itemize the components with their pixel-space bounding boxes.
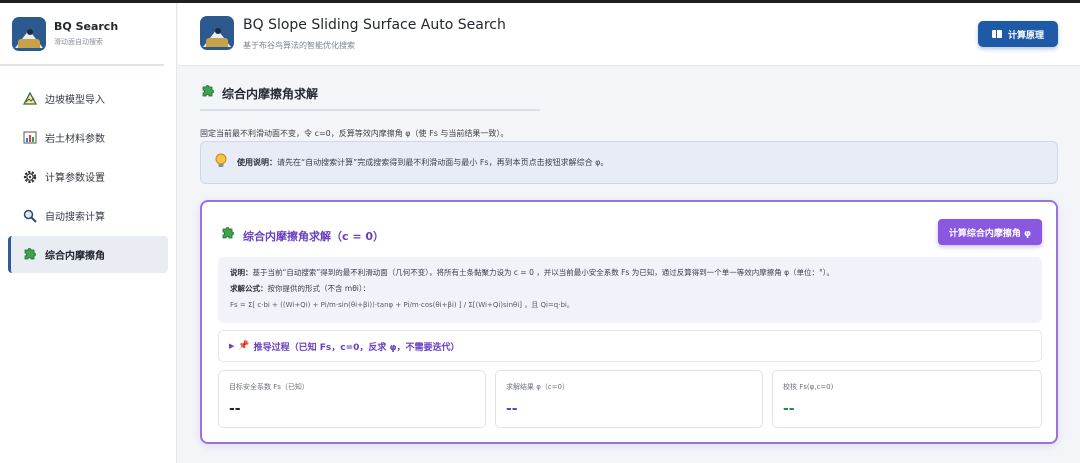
metric-phi-result: 求解结果 φ（c=0） -- (495, 370, 763, 428)
brand-subtitle: 滑动面自动搜索 (54, 38, 103, 46)
page-title: 综合内摩擦角求解 (200, 84, 318, 103)
usage-tip: 使用说明： 请先在“自动搜索计算”完成搜索得到最不利滑动面与最小 Fs，再到本页… (200, 141, 1058, 184)
sidebar-item-label: 综合内摩擦角 (45, 251, 105, 262)
pushpin-icon: 📌 (238, 341, 250, 351)
explanation-box: 说明：基于当前“自动搜索”得到的最不利滑动面（几何不变），将所有土条黏聚力设为 … (218, 257, 1042, 323)
page-title-text: 综合内摩擦角求解 (222, 87, 319, 101)
main-content: 综合内摩擦角求解 固定当前最不利滑动面不变，令 c=0，反算等效内摩擦角 φ（使… (178, 67, 1080, 463)
tip-label: 使用说明： (237, 158, 277, 167)
sidebar-item-friction-angle[interactable]: 综合内摩擦角 (8, 236, 168, 273)
search-icon (21, 207, 38, 224)
triangle-right-icon: ▶ (229, 342, 235, 350)
metric-value: -- (229, 401, 241, 417)
metric-label: 校核 Fs(φ,c=0) (783, 383, 834, 391)
sidebar-item-calc-settings[interactable]: 计算参数设置 (8, 158, 168, 195)
puzzle-icon (21, 246, 38, 263)
tip-text: 请先在“自动搜索计算”完成搜索得到最不利滑动面与最小 Fs，再到本页点击按钮求解… (277, 158, 609, 167)
sidebar: BQ Search 滑动面自动搜索 边坡模型导入 岩土材料参数 计算参数设置 自… (0, 3, 177, 463)
metric-target-fs: 目标安全系数 Fs（已知） -- (218, 370, 486, 428)
metric-check-fs: 校核 Fs(φ,c=0) -- (772, 370, 1042, 428)
info-label: 说明： (230, 268, 253, 277)
puzzle-icon (200, 84, 215, 103)
card-title-text: 综合内摩擦角求解（c = 0） (243, 229, 385, 243)
sidebar-item-label: 岩土材料参数 (45, 134, 105, 145)
app-header: BQ Slope Sliding Surface Auto Search 基于布… (178, 3, 1080, 66)
sidebar-item-label: 边坡模型导入 (45, 95, 105, 106)
page-description: 固定当前最不利滑动面不变，令 c=0，反算等效内摩擦角 φ（使 Fs 与当前结果… (200, 129, 509, 138)
header-logo (200, 16, 234, 50)
sidebar-item-auto-search[interactable]: 自动搜索计算 (8, 197, 168, 234)
derivation-toggle[interactable]: ▶ 📌 推导过程（已知 Fs，c=0，反求 φ，不需要迭代） (218, 330, 1042, 362)
formula-note: 按你提供的形式（不含 mθi）： (267, 284, 371, 293)
calculation-principle-label: 计算原理 (1007, 30, 1044, 41)
sidebar-item-material-params[interactable]: 岩土材料参数 (8, 119, 168, 156)
derivation-label: 推导过程（已知 Fs，c=0，反求 φ，不需要迭代） (253, 342, 460, 353)
metric-label: 求解结果 φ（c=0） (506, 383, 570, 391)
metric-value: -- (506, 401, 518, 417)
sidebar-item-label: 计算参数设置 (45, 173, 105, 184)
book-icon (991, 30, 1002, 38)
title-divider (200, 109, 540, 111)
sidebar-item-label: 自动搜索计算 (45, 212, 105, 223)
info-text: 基于当前“自动搜索”得到的最不利滑动面（几何不变），将所有土条黏聚力设为 c =… (252, 268, 835, 277)
puzzle-icon (220, 226, 235, 245)
sidebar-nav: 边坡模型导入 岩土材料参数 计算参数设置 自动搜索计算 综合内摩擦角 (0, 80, 176, 273)
metric-label: 目标安全系数 Fs（已知） (229, 383, 309, 391)
triangle-icon (21, 90, 38, 107)
formula-label: 求解公式： (230, 284, 268, 293)
calculation-principle-button[interactable]: 计算原理 (978, 21, 1058, 47)
app-logo (12, 16, 46, 51)
card-title: 综合内摩擦角求解（c = 0） (220, 226, 384, 245)
compute-friction-angle-button[interactable]: 计算综合内摩擦角 φ (938, 219, 1042, 245)
sidebar-item-model-import[interactable]: 边坡模型导入 (8, 80, 168, 117)
friction-angle-card: 综合内摩擦角求解（c = 0） 计算综合内摩擦角 φ 说明：基于当前“自动搜索”… (200, 200, 1058, 444)
brand: BQ Search 滑动面自动搜索 (0, 3, 164, 66)
app-title: BQ Slope Sliding Surface Auto Search (243, 17, 506, 33)
app-subtitle: 基于布谷鸟算法的智能优化搜索 (243, 41, 355, 50)
gear-icon (21, 168, 38, 185)
brand-title: BQ Search (54, 20, 119, 33)
lightbulb-icon (215, 153, 227, 173)
formula-text: Fs = Σ[ c·bi + ((Wi+Qi) + Pi/m·sin(θi+βi… (230, 301, 574, 309)
metric-value: -- (783, 401, 795, 417)
bar-chart-icon (21, 129, 38, 146)
